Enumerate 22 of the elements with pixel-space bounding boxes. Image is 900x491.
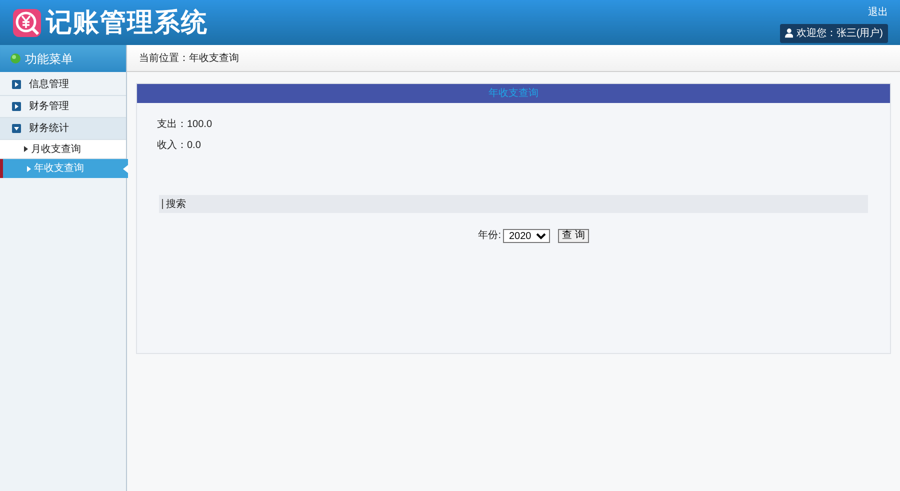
stat-value: 100.0 bbox=[187, 118, 212, 132]
breadcrumb-text: 当前位置：年收支查询 bbox=[139, 52, 239, 66]
stat-label: 收入： bbox=[157, 138, 187, 153]
welcome-text: 欢迎您：张三(用户) bbox=[796, 26, 883, 40]
year-label: 年份: bbox=[478, 229, 501, 243]
app-title: 记账管理系统 bbox=[46, 6, 208, 39]
query-button[interactable]: 查 询 bbox=[558, 228, 589, 242]
stat-label: 支出： bbox=[157, 118, 187, 132]
sidebar-title: 功能菜单 bbox=[25, 50, 73, 68]
right-triangle-icon bbox=[12, 80, 21, 89]
yen-search-logo-icon bbox=[12, 8, 42, 38]
panel-title: 年收支查询 bbox=[488, 86, 538, 101]
right-triangle-icon bbox=[12, 102, 21, 111]
year-select[interactable]: 2020 bbox=[503, 228, 550, 242]
stat-value: 0.0 bbox=[187, 139, 201, 153]
submenu-item[interactable]: 月收支查询 bbox=[0, 140, 126, 159]
down-triangle-icon bbox=[12, 124, 21, 133]
user-icon bbox=[785, 28, 794, 38]
logout-link[interactable]: 退出 bbox=[868, 4, 888, 20]
ball-icon bbox=[10, 53, 21, 64]
menu-item[interactable]: 财务统计 bbox=[0, 118, 126, 140]
search-section-title: 搜索 bbox=[166, 198, 186, 212]
